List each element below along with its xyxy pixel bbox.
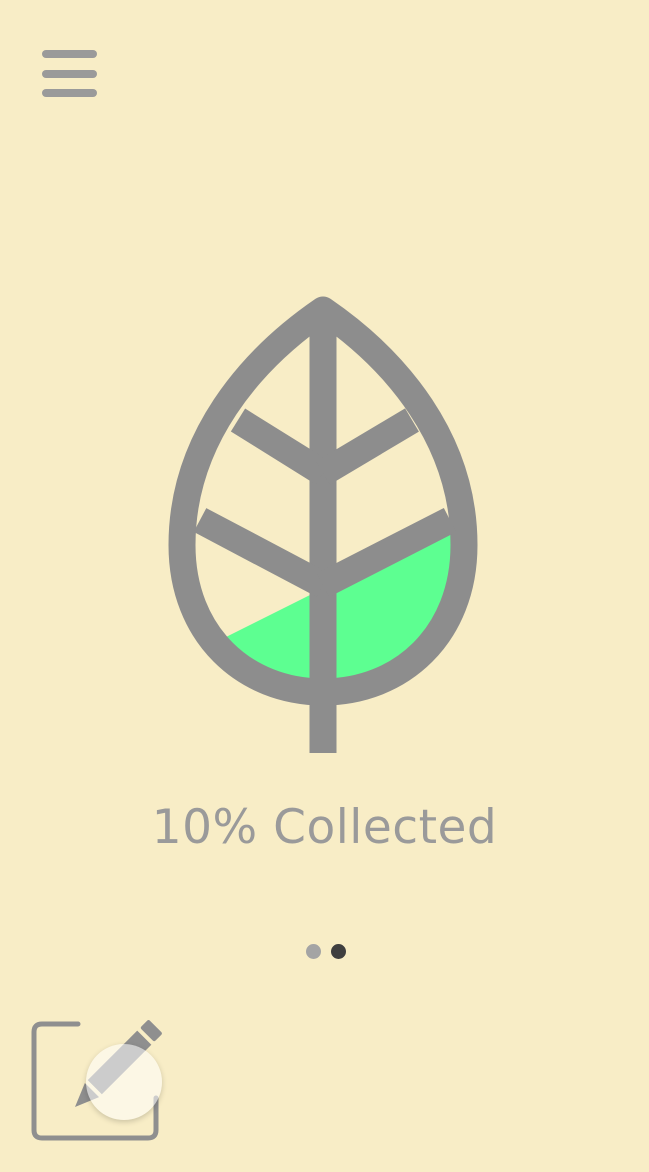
compose-button[interactable] <box>28 1014 168 1148</box>
leaf-vein <box>193 508 330 597</box>
page-dot-1[interactable] <box>306 944 321 959</box>
page-dot-2-active[interactable] <box>331 944 346 959</box>
menu-bar <box>42 70 97 78</box>
menu-bar <box>42 50 97 58</box>
page-indicator <box>303 944 349 960</box>
compose-icon <box>31 1020 162 1141</box>
menu-bar <box>42 89 97 97</box>
leaf-progress-graphic <box>150 280 500 770</box>
collected-progress-label: 10% Collected <box>151 800 498 855</box>
leaf-icon <box>168 296 478 753</box>
pencil <box>74 1020 162 1108</box>
menu-button[interactable] <box>38 46 102 102</box>
